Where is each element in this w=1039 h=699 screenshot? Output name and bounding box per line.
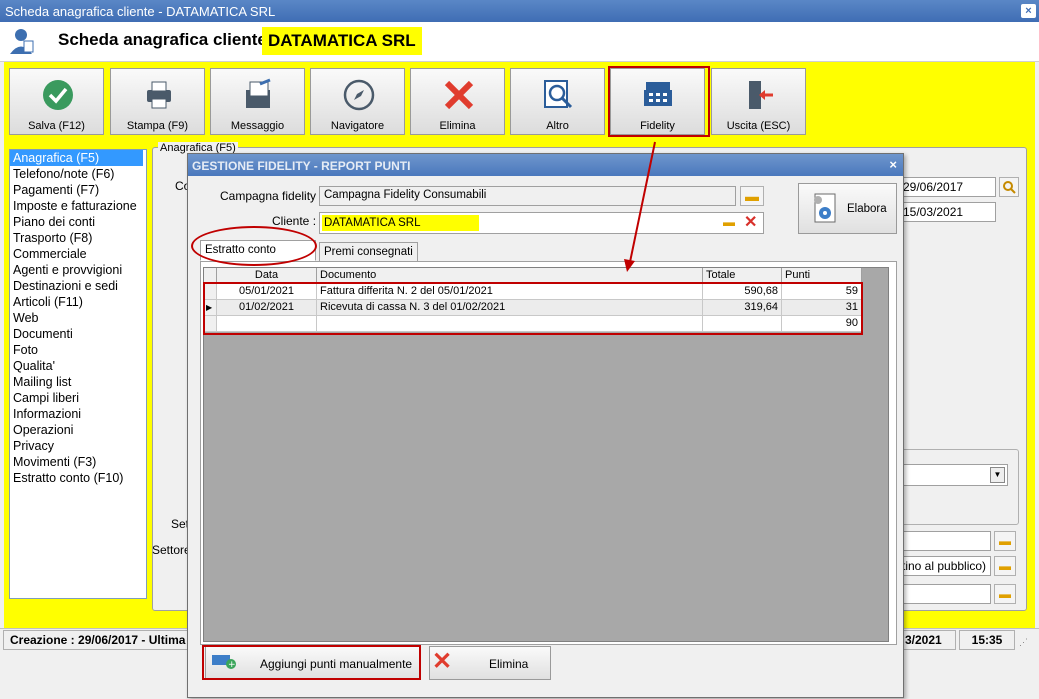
annotation-fidelity-box <box>608 66 710 137</box>
sidebar-item[interactable]: Campi liberi <box>10 390 146 406</box>
uscita-esc-button[interactable]: Uscita (ESC) <box>711 68 806 135</box>
toolbar-button-label: Altro <box>546 120 569 132</box>
sidebar-item[interactable]: Operazioni <box>10 422 146 438</box>
altro-button[interactable]: Altro <box>510 68 605 135</box>
toolbar-button-label: Messaggio <box>230 120 285 132</box>
text-field[interactable] <box>898 584 991 604</box>
folder-icon[interactable]: ▬ <box>994 531 1016 551</box>
window-close-button[interactable]: × <box>1021 4 1036 18</box>
dialog-title: GESTIONE FIDELITY - REPORT PUNTI <box>192 159 411 173</box>
combo-box[interactable]: ▼ <box>898 464 1008 486</box>
check-icon <box>43 80 73 110</box>
annotation-add-button-box <box>202 645 421 680</box>
status-date: 3/2021 <box>898 630 956 650</box>
sidebar-item[interactable]: Telefono/note (F6) <box>10 166 146 182</box>
compass-icon <box>343 79 375 111</box>
resize-grip-icon[interactable]: ⋰ <box>1019 637 1033 649</box>
group-box <box>898 449 1019 525</box>
sidebar-item[interactable]: Imposte e fatturazione <box>10 198 146 214</box>
column-header[interactable]: Punti <box>782 268 862 283</box>
column-header[interactable]: Totale <box>703 268 782 283</box>
delete-icon: ✕ <box>432 648 453 675</box>
delete-icon <box>444 80 474 110</box>
client-field: DATAMATICA SRL <box>322 215 479 231</box>
navigatore-button[interactable]: Navigatore <box>310 68 405 135</box>
client-label: Cliente : <box>272 214 317 228</box>
folder-icon[interactable]: ▬ <box>994 556 1016 576</box>
window-titlebar: Scheda anagrafica cliente - DATAMATICA S… <box>0 0 1039 22</box>
creation-date-field[interactable]: 29/06/2017 <box>898 177 996 197</box>
dialog-delete-button[interactable]: ✕ Elimina <box>429 646 551 680</box>
sidebar-item[interactable]: Destinazioni e sedi <box>10 278 146 294</box>
sidebar-item[interactable]: Privacy <box>10 438 146 454</box>
sidebar-item[interactable]: Anagrafica (F5) <box>10 150 143 166</box>
chevron-down-icon[interactable]: ▼ <box>990 467 1005 483</box>
toolbar-button-label: Stampa (F9) <box>126 120 189 132</box>
dialog-close-button[interactable]: × <box>889 157 897 172</box>
search-icon[interactable] <box>999 177 1019 197</box>
dialog-delete-label: Elimina <box>489 657 529 671</box>
campaign-field[interactable]: Campagna Fidelity Consumabili <box>319 186 736 206</box>
toolbar-button-label: Navigatore <box>330 120 385 132</box>
folder-icon[interactable]: ▬ <box>740 186 764 206</box>
text-field[interactable]: tino al pubblico) <box>898 556 991 576</box>
sidebar-item[interactable]: Foto <box>10 342 146 358</box>
column-header[interactable]: Data <box>217 268 317 283</box>
sidebar-item[interactable]: Estratto conto (F10) <box>10 470 146 486</box>
customer-card-icon <box>10 29 34 54</box>
sidebar-item[interactable]: Agenti e provvigioni <box>10 262 146 278</box>
modified-date-field[interactable]: 15/03/2021 <box>898 202 996 222</box>
window-title: Scheda anagrafica cliente - DATAMATICA S… <box>5 4 276 19</box>
sidebar-item[interactable]: Informazioni <box>10 406 146 422</box>
printer-icon <box>147 81 171 109</box>
stampa-f9-button[interactable]: Stampa (F9) <box>110 68 205 135</box>
sidebar-item[interactable]: Trasporto (F8) <box>10 230 146 246</box>
elabora-button[interactable]: Elabora <box>798 183 897 234</box>
annotation-tab-ellipse <box>191 226 317 266</box>
annotation-rows-box <box>203 282 863 335</box>
column-header[interactable]: Documento <box>317 268 703 283</box>
tab-premi-consegnati[interactable]: Premi consegnati <box>319 242 418 262</box>
partial-label: Settore <box>152 543 191 557</box>
sidebar-item[interactable]: Movimenti (F3) <box>10 454 146 470</box>
toolbar-button-label: Salva (F12) <box>28 120 85 132</box>
client-field-box[interactable]: DATAMATICA SRL ▬ ✕ <box>319 212 764 234</box>
salva-f12-button[interactable]: Salva (F12) <box>9 68 104 135</box>
company-name-highlight: DATAMATICA SRL <box>262 27 422 55</box>
toolbar-button-label: Elimina <box>439 120 476 132</box>
toolbar-button-label: Uscita (ESC) <box>726 120 791 132</box>
elabora-label: Elabora <box>847 203 887 215</box>
sidebar-item[interactable]: Documenti <box>10 326 146 342</box>
section-list[interactable]: Anagrafica (F5) Telefono/note (F6) Pagamen… <box>9 149 147 599</box>
status-creation: Creazione : 29/06/2017 - Ultima <box>3 630 193 650</box>
sidebar-item[interactable]: Web <box>10 310 146 326</box>
sidebar-item[interactable]: Mailing list <box>10 374 146 390</box>
message-icon <box>246 78 271 108</box>
sidebar-item[interactable]: Pagamenti (F7) <box>10 182 146 198</box>
status-time: 15:35 <box>959 630 1015 650</box>
header-bar: Scheda anagrafica cliente - DATAMATICA S… <box>0 22 1039 62</box>
folder-icon[interactable]: ▬ <box>723 215 735 229</box>
sidebar-item[interactable]: Commerciale <box>10 246 146 262</box>
campaign-label: Campagna fidelity : <box>220 189 323 203</box>
sidebar-item[interactable]: Piano dei conti <box>10 214 146 230</box>
folder-icon[interactable]: ▬ <box>994 584 1016 604</box>
dialog-titlebar: GESTIONE FIDELITY - REPORT PUNTI × <box>188 154 903 176</box>
gear-document-icon <box>814 193 836 223</box>
clear-icon[interactable]: ✕ <box>744 212 757 232</box>
messaggio-button[interactable]: Messaggio <box>210 68 305 135</box>
exit-icon <box>749 81 773 109</box>
search-doc-icon <box>544 80 573 109</box>
sidebar-item[interactable]: Articoli (F11) <box>10 294 146 310</box>
page-title: Scheda anagrafica cliente - <box>58 30 278 49</box>
sidebar-item[interactable]: Qualita' <box>10 358 146 374</box>
elimina-button[interactable]: Elimina <box>410 68 505 135</box>
grid-indicator-header <box>204 268 217 283</box>
text-field[interactable] <box>898 531 991 551</box>
